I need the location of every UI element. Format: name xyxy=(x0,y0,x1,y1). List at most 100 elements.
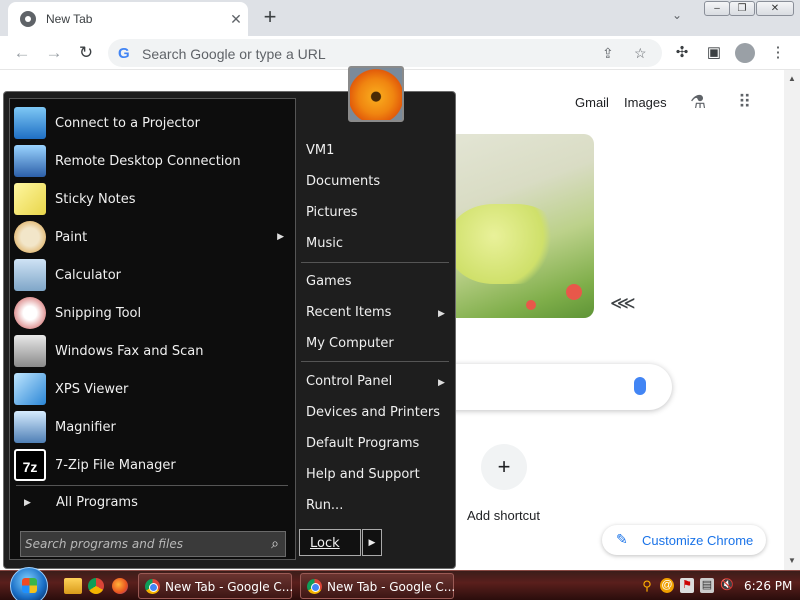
page-scrollbar[interactable] xyxy=(784,70,800,570)
browser-toolbar: ← → ↻ G Search Google or type a URL ⇪ ☆ … xyxy=(0,36,800,70)
submenu-arrow-icon: ▶ xyxy=(438,308,445,318)
folder-icon[interactable] xyxy=(64,578,82,594)
microphone-icon[interactable] xyxy=(634,377,646,395)
taskbar: New Tab - Google C... New Tab - Google C… xyxy=(0,567,800,600)
program-remote-desktop[interactable]: Remote Desktop Connection xyxy=(14,143,292,179)
browser-tab[interactable]: New Tab ✕ xyxy=(8,2,248,36)
side-panel-icon[interactable]: ▣ xyxy=(704,43,724,63)
new-tab-button[interactable]: + xyxy=(258,4,282,30)
magnifier-icon xyxy=(14,411,46,443)
minimize-button[interactable]: – xyxy=(704,1,730,16)
user-picture[interactable] xyxy=(348,66,404,122)
back-button[interactable]: ← xyxy=(10,41,34,65)
extensions-icon[interactable]: ✣ xyxy=(672,43,692,63)
link-default-programs[interactable]: Default Programs xyxy=(306,436,419,451)
restore-button[interactable]: ❐ xyxy=(729,1,755,16)
omnibox-placeholder: Search Google or type a URL xyxy=(142,46,326,62)
forward-button[interactable]: → xyxy=(42,41,66,65)
kebab-menu-icon[interactable]: ⋮ xyxy=(768,43,788,63)
link-pictures[interactable]: Pictures xyxy=(306,205,357,220)
link-control-panel[interactable]: Control Panel xyxy=(306,374,392,389)
link-music[interactable]: Music xyxy=(306,236,343,251)
program-paint[interactable]: Paint ▶ xyxy=(14,219,292,255)
program-7zip[interactable]: 7z 7-Zip File Manager xyxy=(14,447,292,483)
add-shortcut-label: Add shortcut xyxy=(467,508,540,523)
chrome-icon xyxy=(145,579,160,594)
pencil-icon: ✎ xyxy=(616,531,628,547)
network-icon[interactable]: ▤ xyxy=(700,578,714,593)
start-menu-programs-pane: Connect to a Projector Remote Desktop Co… xyxy=(9,98,296,560)
reload-button[interactable]: ↻ xyxy=(74,41,98,65)
separator xyxy=(16,485,288,486)
lock-button[interactable]: Lock xyxy=(299,529,361,556)
clock[interactable]: 6:26 PM xyxy=(744,579,792,593)
taskbar-button-chrome-2[interactable]: New Tab - Google C... xyxy=(300,573,456,599)
all-programs-label: All Programs xyxy=(56,495,138,510)
link-documents[interactable]: Documents xyxy=(306,174,380,189)
start-menu: Connect to a Projector Remote Desktop Co… xyxy=(3,66,456,569)
calculator-icon xyxy=(14,259,46,291)
program-calculator[interactable]: Calculator xyxy=(14,257,292,293)
separator xyxy=(301,262,449,263)
customize-chrome-label: Customize Chrome xyxy=(642,533,754,548)
program-xps-viewer[interactable]: XPS Viewer xyxy=(14,371,292,407)
program-label: Calculator xyxy=(55,267,122,283)
share-page-icon[interactable]: ⇪ xyxy=(602,45,614,62)
program-snipping-tool[interactable]: Snipping Tool xyxy=(14,295,292,331)
scroll-down-arrow-icon[interactable]: ▼ xyxy=(788,556,796,565)
remote-desktop-icon xyxy=(14,145,46,177)
chrome-icon[interactable] xyxy=(88,578,104,594)
volume-muted-icon[interactable]: 🔇 xyxy=(720,578,734,593)
windows-logo-icon xyxy=(22,578,37,593)
xps-icon xyxy=(14,373,46,405)
program-label: Windows Fax and Scan xyxy=(55,343,204,359)
start-search-input[interactable] xyxy=(25,536,255,552)
link-devices-and-printers[interactable]: Devices and Printers xyxy=(306,405,440,420)
search-tray-icon[interactable]: ⚲ xyxy=(640,578,654,593)
search-icon[interactable]: ⌕ xyxy=(271,535,279,552)
gmail-link[interactable]: Gmail xyxy=(575,95,609,110)
program-magnifier[interactable]: Magnifier xyxy=(14,409,292,445)
firefox-icon[interactable] xyxy=(112,578,128,594)
taskbar-button-chrome-1[interactable]: New Tab - Google C... xyxy=(138,573,294,599)
customize-chrome-button[interactable]: ✎ Customize Chrome xyxy=(602,525,766,555)
apps-grid-icon[interactable]: ⠿ xyxy=(738,92,751,113)
link-games[interactable]: Games xyxy=(306,274,351,289)
taskbar-button-label: New Tab - Google C... xyxy=(327,580,456,594)
scissors-icon xyxy=(14,297,46,329)
taskbar-button-label: New Tab - Google C... xyxy=(165,580,294,594)
submenu-arrow-icon: ▶ xyxy=(277,231,284,241)
program-sticky-notes[interactable]: Sticky Notes xyxy=(14,181,292,217)
doodle-flower xyxy=(566,284,582,300)
program-connect-to-projector[interactable]: Connect to a Projector xyxy=(14,105,292,141)
tray-app-icon[interactable]: @ xyxy=(660,578,674,593)
close-tab-icon[interactable]: ✕ xyxy=(224,11,248,28)
power-options-arrow-button[interactable]: ▶ xyxy=(362,529,382,556)
profile-avatar[interactable] xyxy=(735,43,755,63)
link-my-computer[interactable]: My Computer xyxy=(306,336,394,351)
labs-flask-icon[interactable]: ⚗ xyxy=(690,92,706,113)
action-center-flag-icon[interactable]: ⚑ xyxy=(680,578,694,593)
start-button[interactable] xyxy=(10,567,48,600)
close-window-button[interactable]: ✕ xyxy=(756,1,794,16)
doodle-flower xyxy=(526,300,536,310)
program-label: Snipping Tool xyxy=(55,305,142,321)
omnibox[interactable]: G Search Google or type a URL ⇪ ☆ xyxy=(108,39,662,67)
add-shortcut-button[interactable]: + xyxy=(481,444,527,490)
link-vm1[interactable]: VM1 xyxy=(306,143,334,158)
separator xyxy=(301,361,449,362)
link-run[interactable]: Run... xyxy=(306,498,343,513)
program-label: 7-Zip File Manager xyxy=(55,457,176,473)
all-programs-button[interactable]: ▶ All Programs xyxy=(14,491,292,515)
bookmark-star-icon[interactable]: ☆ xyxy=(634,45,647,62)
scroll-up-arrow-icon[interactable]: ▲ xyxy=(788,74,796,83)
link-recent-items[interactable]: Recent Items xyxy=(306,305,391,320)
images-link[interactable]: Images xyxy=(624,95,667,110)
program-label: Sticky Notes xyxy=(55,191,136,207)
chevron-down-icon[interactable]: ⌄ xyxy=(672,8,682,22)
program-label: Remote Desktop Connection xyxy=(55,153,241,169)
link-help-and-support[interactable]: Help and Support xyxy=(306,467,420,482)
program-fax-and-scan[interactable]: Windows Fax and Scan xyxy=(14,333,292,369)
share-doodle-icon[interactable]: ⋘ xyxy=(610,293,636,314)
program-label: Connect to a Projector xyxy=(55,115,200,131)
